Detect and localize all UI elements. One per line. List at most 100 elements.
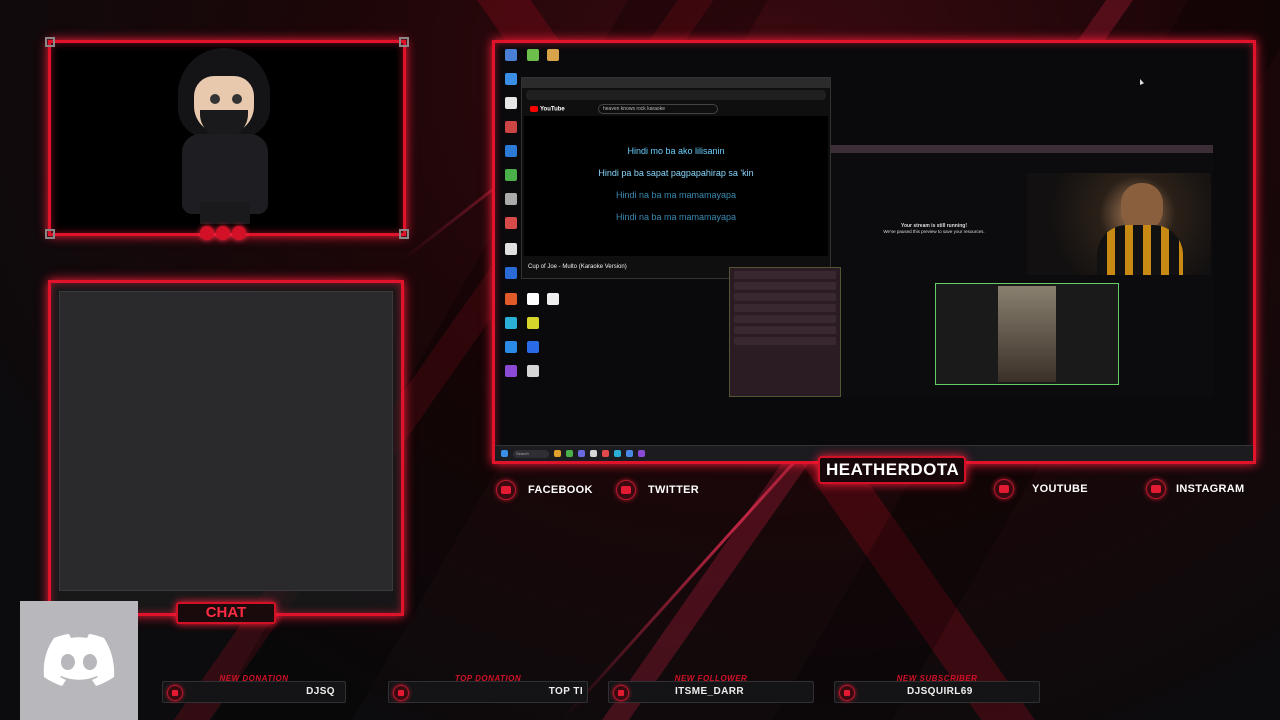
alert-value: DJSQUIRL69 <box>907 686 973 697</box>
desktop-icon[interactable] <box>547 293 559 305</box>
alert-value: ITSME_DARR <box>675 686 745 697</box>
alert-new-follower: NEW FOLLOWER ITSME_DARR <box>608 674 814 703</box>
desktop-icon[interactable] <box>505 217 517 229</box>
social-instagram[interactable]: INSTAGRAM <box>1146 479 1245 499</box>
alert-value: TOP TI <box>548 686 583 697</box>
alert-label: NEW SUBSCRIBER <box>896 674 978 683</box>
webcam-indicator-dots <box>200 226 250 244</box>
desktop-icon[interactable] <box>505 169 517 181</box>
taskbar-app-icon[interactable] <box>554 450 561 457</box>
desktop-icon[interactable] <box>505 293 517 305</box>
taskbar-app-icon[interactable] <box>578 450 585 457</box>
phone-camera-image <box>998 286 1056 382</box>
desktop-icon[interactable] <box>505 145 517 157</box>
stream-running-notice: Your stream is still running! We've paus… <box>849 223 1019 234</box>
lyric-line: Hindi pa ba sapat pagpapahirap sa 'kin <box>598 168 754 178</box>
desktop-icon[interactable] <box>505 267 517 279</box>
youtube-browser-window[interactable]: YouTube heaven knows rock karaoke Hindi … <box>521 77 831 279</box>
stream-notice-subtitle: We've paused this preview to save your r… <box>883 229 985 234</box>
stream-preview-window[interactable]: Your stream is still running! We've paus… <box>831 145 1213 397</box>
desktop-icon[interactable] <box>505 365 517 377</box>
person-shirt <box>1097 225 1183 275</box>
desktop-icon[interactable] <box>505 193 517 205</box>
streamer-name-plate: HEATHERDOTA <box>818 456 966 484</box>
taskbar-app-icon[interactable] <box>590 450 597 457</box>
frame-corner <box>399 37 409 47</box>
desktop-icon[interactable] <box>505 243 517 255</box>
desktop-icon[interactable] <box>527 293 539 305</box>
social-facebook[interactable]: FACEBOOK <box>496 480 593 500</box>
chat-frame <box>48 280 404 616</box>
taskbar-app-icon[interactable] <box>614 450 621 457</box>
social-label: YOUTUBE <box>1032 483 1088 495</box>
follower-icon <box>613 685 629 701</box>
subscriber-icon <box>839 685 855 701</box>
desktop-icon[interactable] <box>527 365 539 377</box>
avatar-legs <box>200 202 250 224</box>
browser-tab-strip[interactable] <box>522 78 830 88</box>
alert-value: DJSQ <box>306 686 335 697</box>
alert-label: NEW FOLLOWER <box>674 674 748 683</box>
donation-icon <box>167 685 183 701</box>
desktop-icon[interactable] <box>505 341 517 353</box>
taskbar-app-icon[interactable] <box>602 450 609 457</box>
popup-row[interactable] <box>734 293 836 301</box>
desktop-icon[interactable] <box>505 317 517 329</box>
karaoke-video-player[interactable]: Hindi mo ba ako lilisanin Hindi pa ba sa… <box>524 116 828 256</box>
mouse-cursor-icon <box>1140 79 1144 85</box>
desktop-icon[interactable] <box>505 73 517 85</box>
taskbar-app-icon[interactable] <box>566 450 573 457</box>
desktop-icon[interactable] <box>547 49 559 61</box>
taskbar-app-icon[interactable] <box>626 450 633 457</box>
alert-top-donation: TOP DONATION TOP TI <box>388 674 588 703</box>
phone-camera-preview[interactable] <box>935 283 1119 385</box>
desktop-icon[interactable] <box>505 49 517 61</box>
desktop-icon[interactable] <box>527 341 539 353</box>
youtube-icon <box>994 479 1014 499</box>
social-label: FACEBOOK <box>528 484 593 496</box>
facebook-icon <box>496 480 516 500</box>
person-head <box>1121 183 1163 231</box>
desktop-icon[interactable] <box>505 121 517 133</box>
popup-row[interactable] <box>734 337 836 345</box>
social-label: TWITTER <box>648 484 699 496</box>
desktop-icon[interactable] <box>527 49 539 61</box>
popup-row[interactable] <box>734 315 836 323</box>
popup-row[interactable] <box>734 304 836 312</box>
popup-row[interactable] <box>734 282 836 290</box>
taskbar-search[interactable]: Search <box>513 449 549 458</box>
discord-icon <box>43 633 115 686</box>
discord-voice-popup[interactable] <box>729 267 841 397</box>
popup-row[interactable] <box>734 271 836 279</box>
instagram-icon <box>1146 479 1166 499</box>
discord-badge[interactable] <box>20 601 138 720</box>
chat-label: CHAT <box>176 602 276 624</box>
desktop-icon[interactable] <box>527 317 539 329</box>
alert-new-subscriber: NEW SUBSCRIBER DJSQUIRL69 <box>834 674 1040 703</box>
top-donation-icon <box>393 685 409 701</box>
social-youtube[interactable]: YOUTUBE <box>994 479 1088 499</box>
webcam-feed <box>1027 173 1211 275</box>
twitter-icon <box>616 480 636 500</box>
browser-address-bar[interactable] <box>526 90 826 100</box>
frame-corner <box>399 229 409 239</box>
video-title[interactable]: Cup of Joe - Multo (Karaoke Version) <box>528 264 627 270</box>
alert-label: TOP DONATION <box>454 674 522 683</box>
youtube-header: YouTube heaven knows rock karaoke <box>522 102 830 116</box>
chat-area[interactable] <box>59 291 393 591</box>
alert-label: NEW DONATION <box>219 674 289 683</box>
youtube-search-input[interactable]: heaven knows rock karaoke <box>598 104 718 114</box>
lyric-line: Hindi mo ba ako lilisanin <box>627 146 725 156</box>
social-twitter[interactable]: TWITTER <box>616 480 699 500</box>
screen-share-frame: YouTube heaven knows rock karaoke Hindi … <box>492 40 1256 464</box>
popup-row[interactable] <box>734 326 836 334</box>
avatar-eye <box>210 94 220 104</box>
start-icon[interactable] <box>501 450 508 457</box>
social-label: INSTAGRAM <box>1176 483 1245 495</box>
frame-corner <box>45 37 55 47</box>
youtube-logo[interactable]: YouTube <box>530 105 565 112</box>
taskbar-app-icon[interactable] <box>638 450 645 457</box>
desktop-icon[interactable] <box>505 97 517 109</box>
streamer-avatar <box>160 42 290 224</box>
lyric-line: Hindi na ba ma mamamayapa <box>615 212 737 222</box>
